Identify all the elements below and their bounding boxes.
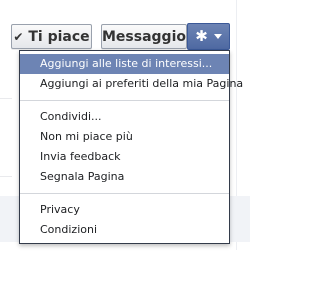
menu-item-privacy[interactable]: Privacy [20,200,229,220]
menu-item-send-feedback[interactable]: Invia feedback [20,147,229,167]
settings-menu-button[interactable]: ✱ [187,23,230,50]
menu-item-share[interactable]: Condividi... [20,107,229,127]
menu-separator [20,193,229,194]
like-button-label: Ti piace [28,28,90,45]
checkmark-icon: ✔ [13,29,24,44]
menu-item-unlike[interactable]: Non mi piace più [20,127,229,147]
menu-item-add-to-favorites[interactable]: Aggiungi ai preferiti della mia Pagina [20,74,243,94]
like-button[interactable]: ✔ Ti piace [11,24,92,49]
chevron-down-icon [213,34,222,39]
menu-item-report-page[interactable]: Segnala Pagina [20,167,229,187]
page: ✔ Ti piace Messaggio ✱ Aggiungi alle lis… [0,0,250,308]
menu-separator [20,100,229,101]
settings-dropdown-menu: Aggiungi alle liste di interessi... Aggi… [19,50,243,244]
message-button[interactable]: Messaggio [101,24,187,49]
background-divider [0,98,12,99]
menu-item-add-to-interest-lists[interactable]: Aggiungi alle liste di interessi... [20,54,229,74]
background-divider [0,176,12,177]
gear-icon: ✱ [195,27,208,45]
menu-item-terms[interactable]: Condizioni [20,220,229,240]
message-button-label: Messaggio [102,28,186,45]
